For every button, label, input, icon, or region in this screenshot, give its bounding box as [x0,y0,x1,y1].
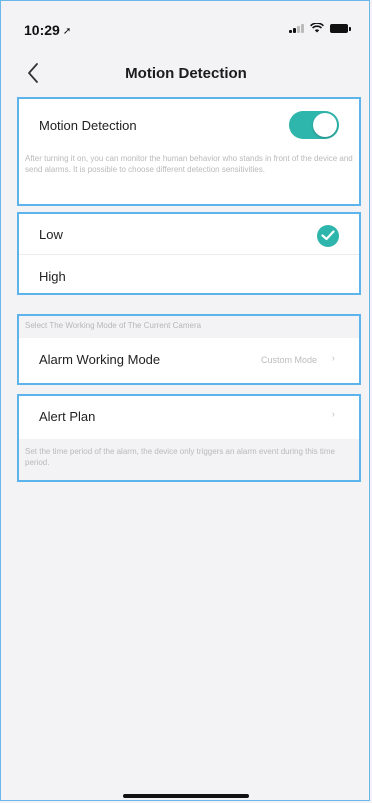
location-arrow-icon: ➚ [62,26,72,37]
wifi-icon [310,23,324,33]
alert-plan-row[interactable]: Alert Plan › [19,396,359,439]
chevron-right-icon: › [331,353,335,364]
status-icons [289,23,351,33]
checkmark-icon [317,225,339,247]
alarm-working-mode-label: Alarm Working Mode [39,352,161,367]
sensitivity-high-label: High [39,269,66,284]
alarm-working-mode-value: Custom Mode [260,355,317,365]
alert-plan-description: Set the time period of the alarm, the de… [25,447,335,467]
home-indicator [123,794,249,798]
page-title: Motion Detection [125,65,247,82]
status-bar: 10:29 ➚ [0,0,372,56]
alarm-working-mode-row[interactable]: Alarm Working Mode Custom Mode › [19,338,359,383]
sensitivity-card: Low High [17,212,361,295]
sensitivity-low-label: Low [39,227,63,242]
motion-detection-card: Motion Detection After turning it on, yo… [17,97,361,206]
working-mode-card: Select The Working Mode of The Current C… [17,314,361,385]
motion-detection-toggle[interactable] [289,111,339,139]
motion-detection-description: After turning it on, you can monitor the… [25,154,353,174]
sensitivity-option-high[interactable]: High [19,255,359,293]
nav-bar: Motion Detection [0,56,372,92]
status-time: 10:29 ➚ [24,22,71,38]
alert-plan-card: Alert Plan › Set the time period of the … [17,394,361,482]
toggle-knob [313,113,337,137]
sensitivity-option-low[interactable]: Low [19,214,359,254]
cellular-signal-icon [289,23,304,33]
battery-icon [330,23,351,33]
status-time-text: 10:29 [24,22,60,38]
working-mode-caption: Select The Working Mode of The Current C… [25,321,202,330]
motion-detection-label: Motion Detection [39,118,137,133]
chevron-right-icon: › [331,409,335,420]
alert-plan-label: Alert Plan [39,409,96,424]
